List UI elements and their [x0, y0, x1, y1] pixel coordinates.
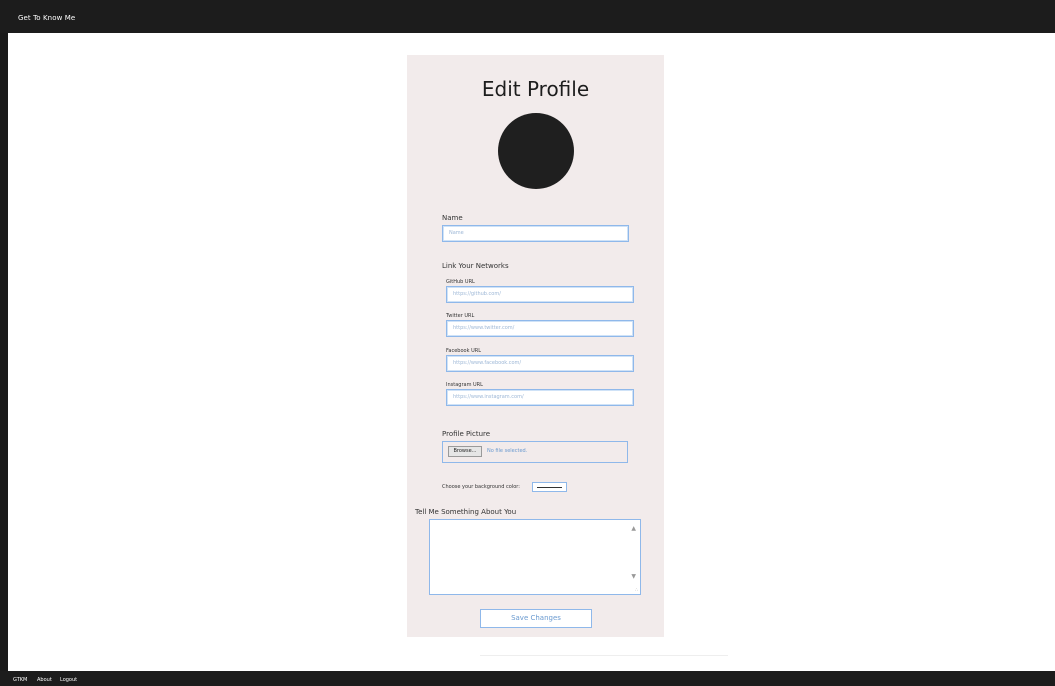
file-status: No file selected. [487, 448, 528, 454]
page-content: Edit Profile Name Name Link Your Network… [8, 33, 1055, 671]
about-label: Tell Me Something About You [415, 508, 517, 516]
footer-link-gtkm[interactable]: GTKM [13, 677, 27, 683]
scroll-up-icon[interactable]: ▲ [631, 525, 636, 532]
instagram-url-label: Instagram URL [446, 382, 483, 388]
facebook-url-input[interactable]: https://www.facebook.com/ [446, 355, 634, 372]
scroll-down-icon[interactable]: ▼ [631, 573, 636, 580]
networks-heading: Link Your Networks [442, 262, 509, 270]
name-label: Name [442, 214, 463, 222]
name-input[interactable]: Name [442, 225, 629, 242]
footer-link-logout[interactable]: Logout [60, 677, 77, 683]
instagram-url-input[interactable]: https://www.instagram.com/ [446, 389, 634, 406]
footer-link-about[interactable]: About [37, 677, 52, 683]
about-textarea[interactable]: ▲ ▼ ∴ [429, 519, 641, 595]
profile-picture-label: Profile Picture [442, 430, 491, 438]
twitter-url-input[interactable]: https://www.twitter.com/ [446, 320, 634, 337]
divider [480, 655, 728, 656]
page-title: Edit Profile [481, 77, 590, 101]
top-navbar: Get To Know Me [0, 0, 1055, 33]
brand-link[interactable]: Get To Know Me [18, 14, 75, 22]
github-url-label: GitHub URL [446, 279, 475, 285]
bg-color-label: Choose your background color: [442, 484, 520, 490]
resize-grip-icon[interactable]: ∴ [635, 587, 638, 593]
color-swatch [537, 487, 562, 488]
footer-navbar: GTKM About Logout [0, 671, 1055, 686]
profile-picture-input[interactable]: Browse... No file selected. [442, 441, 628, 463]
browse-button[interactable]: Browse... [448, 446, 482, 457]
twitter-url-label: Twitter URL [446, 313, 475, 319]
save-changes-button[interactable]: Save Changes [480, 609, 592, 628]
avatar [498, 113, 574, 189]
facebook-url-label: Facebook URL [446, 348, 482, 354]
github-url-input[interactable]: https://github.com/ [446, 286, 634, 303]
edit-profile-card: Edit Profile Name Name Link Your Network… [407, 55, 664, 637]
bg-color-picker[interactable] [532, 482, 567, 492]
